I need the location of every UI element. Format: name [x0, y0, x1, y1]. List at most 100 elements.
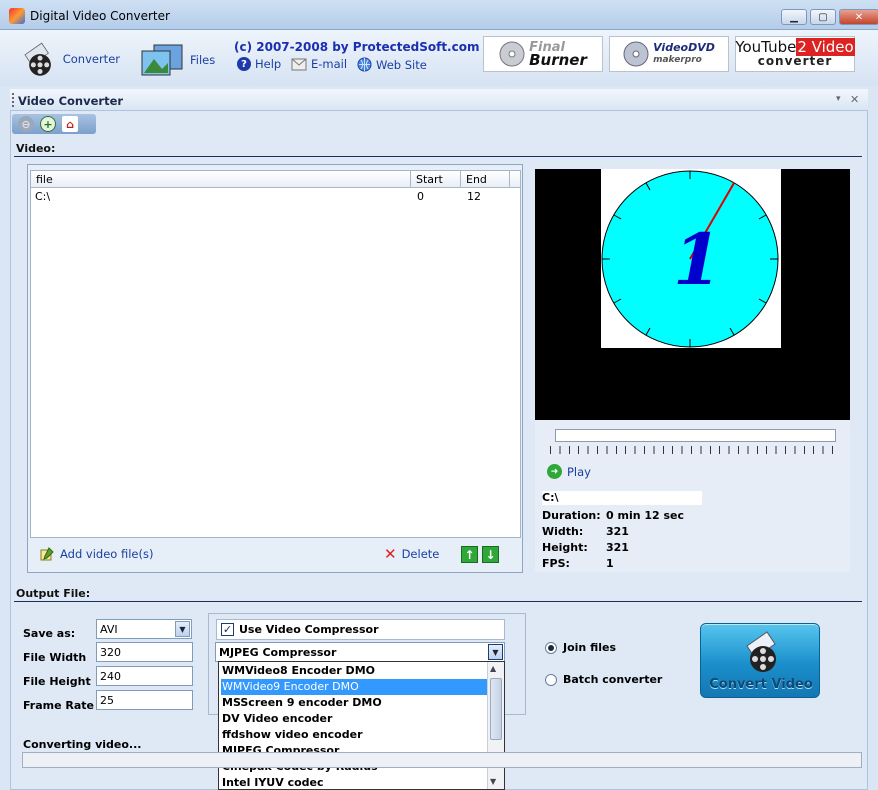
chevron-down-icon[interactable]: ▼: [175, 621, 190, 637]
dvd-disc-icon: [623, 41, 649, 67]
save-as-label: Save as:: [23, 627, 76, 640]
compressor-chevron-down-icon[interactable]: ▼: [488, 644, 503, 660]
clock-face-graphic: 1: [601, 170, 779, 348]
frame-rate-input[interactable]: [96, 690, 193, 710]
delete-x-icon: ✕: [384, 544, 397, 563]
globe-icon: [357, 57, 372, 72]
banner-videodvd-text: VideoDVD: [653, 41, 715, 54]
title-bar: Digital Video Converter ▁ ▢ ✕: [0, 0, 878, 30]
converter-label: Converter: [62, 52, 120, 66]
fps-label: FPS:: [542, 557, 570, 570]
final-burner-banner[interactable]: Final Burner: [483, 36, 603, 72]
duration-value: 0 min 12 sec: [606, 509, 685, 522]
maximize-button[interactable]: ▢: [810, 9, 836, 25]
video-section-label: Video:: [16, 142, 56, 155]
play-icon: ➜: [547, 464, 562, 479]
files-button[interactable]: Files: [140, 40, 220, 80]
join-files-label: Join files: [563, 641, 617, 654]
fps-value: 1: [606, 557, 614, 570]
add-video-label: Add video file(s): [60, 547, 154, 561]
website-link[interactable]: Web Site: [357, 57, 427, 72]
frame-rate-label: Frame Rate: [23, 699, 95, 712]
film-reel-icon: [746, 631, 776, 672]
add-video-button[interactable]: Add video file(s): [40, 547, 153, 561]
batch-radio-dot: [545, 673, 557, 686]
video-section-rule: [14, 156, 862, 157]
banner-converter-text: converter: [757, 54, 833, 68]
file-height-input[interactable]: [96, 666, 193, 686]
preview-frame: 1: [601, 169, 781, 348]
seek-slider[interactable]: [555, 429, 836, 442]
height-label: Height:: [542, 541, 588, 554]
info-path-box: C:\: [542, 491, 702, 505]
grip-handle[interactable]: [12, 93, 14, 107]
scroll-down-icon[interactable]: ▼: [490, 777, 496, 786]
minimize-button[interactable]: ▁: [781, 9, 807, 25]
envelope-icon: [291, 58, 307, 70]
move-up-arrow-icon[interactable]: ↑: [461, 546, 478, 563]
preview-digit: 1: [673, 218, 722, 301]
col-start[interactable]: Start: [411, 171, 461, 188]
move-down-arrow-icon[interactable]: ↓: [482, 546, 499, 563]
batch-converter-label: Batch converter: [563, 673, 663, 686]
close-button[interactable]: ✕: [839, 9, 878, 25]
file-width-input[interactable]: [96, 642, 193, 662]
row-start: 0: [417, 190, 424, 203]
help-label: Help: [255, 57, 282, 71]
file-height-label: File Height: [23, 675, 91, 688]
converter-button[interactable]: Converter: [20, 36, 120, 82]
home-icon[interactable]: ⌂: [62, 116, 78, 132]
nav-toolbar: ⊖ + ⌂: [12, 114, 96, 134]
file-list[interactable]: file Start End C:\ 0 12: [30, 170, 521, 538]
videodvd-banner[interactable]: VideoDVD makerpro: [609, 36, 729, 72]
video-info: Duration: 0 min 12 sec Width: 321 Height: 3…: [542, 508, 684, 572]
window-title: Digital Video Converter: [30, 9, 170, 23]
width-label: Width:: [542, 525, 584, 538]
progress-bar: [22, 752, 862, 768]
list-item[interactable]: ffdshow video encoder: [221, 727, 487, 743]
table-row[interactable]: C:\ 0 12: [31, 190, 520, 206]
use-compressor-checkbox[interactable]: ✓ Use Video Compressor: [216, 619, 505, 640]
status-text: Converting video...: [23, 738, 142, 751]
play-button[interactable]: ➜ Play: [547, 464, 591, 479]
row-file: C:\: [35, 190, 51, 203]
delete-label: Delete: [401, 547, 440, 561]
add-file-icon: [40, 547, 54, 561]
list-item[interactable]: MSScreen 9 encoder DMO: [221, 695, 487, 711]
use-compressor-label: Use Video Compressor: [239, 623, 379, 636]
toolbar: Converter Files (c) 2007-2008 by Protect…: [0, 30, 878, 86]
col-file[interactable]: file: [31, 171, 411, 188]
dropdown-scrollbar[interactable]: ▲ ▼: [487, 662, 504, 789]
col-end[interactable]: End: [461, 171, 510, 188]
help-link[interactable]: ? Help: [237, 57, 281, 71]
delete-button[interactable]: ✕ Delete: [384, 544, 440, 563]
list-item-selected[interactable]: WMVideo9 Encoder DMO: [221, 679, 487, 695]
list-item[interactable]: Intel IYUV codec: [221, 775, 487, 790]
join-files-radio[interactable]: Join files: [545, 641, 616, 654]
youtube-video-banner[interactable]: YouTube2 Video converter: [735, 36, 855, 72]
height-value: 321: [606, 541, 629, 554]
panel-header: Video Converter ▾ ✕: [10, 89, 868, 111]
panel-title: Video Converter: [18, 94, 124, 108]
list-item[interactable]: WMVideo8 Encoder DMO: [221, 663, 487, 679]
list-item[interactable]: DV Video encoder: [221, 711, 487, 727]
forward-icon[interactable]: +: [40, 116, 56, 132]
scroll-thumb[interactable]: [490, 678, 502, 740]
info-path: C:\: [542, 491, 559, 504]
files-label: Files: [190, 53, 216, 67]
output-section-label: Output File:: [16, 587, 91, 600]
join-radio-dot: [545, 641, 557, 654]
email-link[interactable]: E-mail: [291, 57, 347, 71]
panel-menu-chevron-icon[interactable]: ▾: [836, 94, 841, 104]
back-icon[interactable]: ⊖: [18, 116, 34, 132]
compressor-select[interactable]: MJPEG Compressor ▼: [215, 642, 505, 662]
batch-converter-radio[interactable]: Batch converter: [545, 673, 662, 686]
convert-video-button[interactable]: Convert Video: [700, 623, 820, 698]
panel-close-icon[interactable]: ✕: [850, 93, 859, 106]
film-reel-icon: [24, 42, 51, 76]
scroll-up-icon[interactable]: ▲: [490, 664, 496, 673]
save-as-select[interactable]: AVI ▼: [96, 619, 192, 639]
compressor-dropdown-list[interactable]: WMVideo8 Encoder DMO WMVideo9 Encoder DM…: [218, 661, 505, 790]
col-filler: [510, 171, 520, 188]
files-picture-icon: [141, 44, 183, 76]
